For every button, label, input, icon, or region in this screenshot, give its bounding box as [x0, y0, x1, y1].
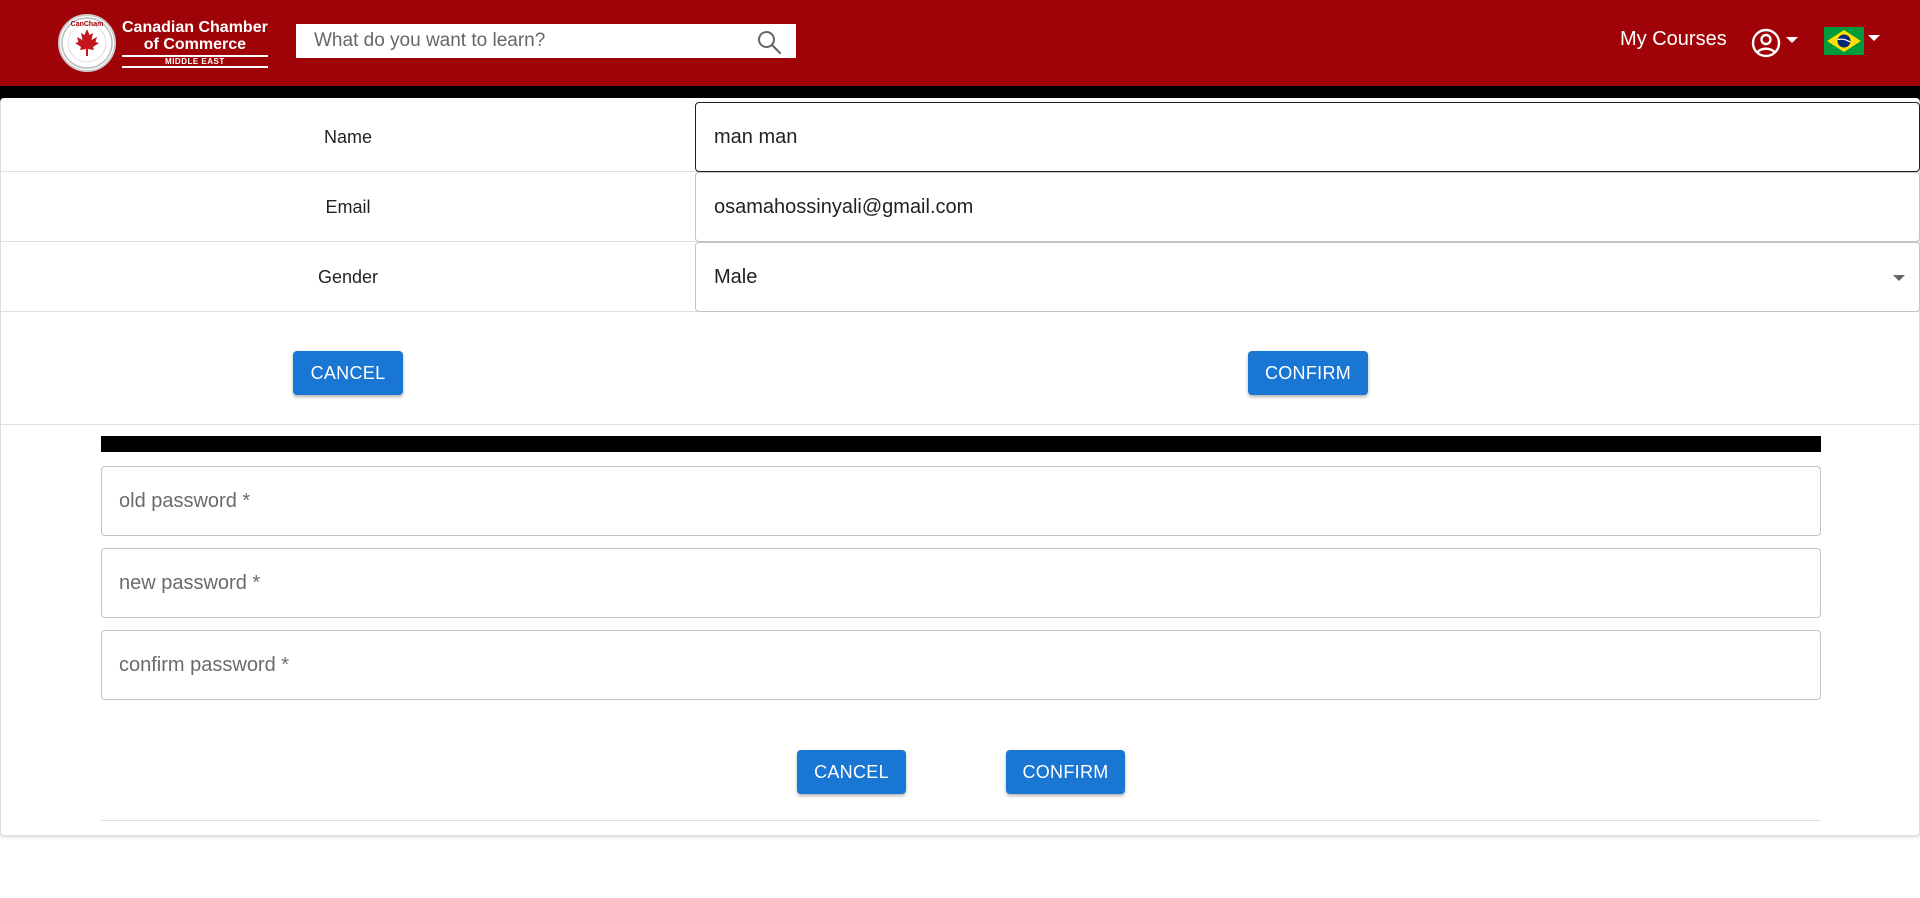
seal-text: CanCham: [71, 21, 104, 28]
password-confirm-button[interactable]: CONFIRM: [1006, 750, 1125, 794]
search-input[interactable]: [296, 24, 796, 58]
logo-title-line1: Canadian Chamber: [122, 18, 268, 36]
gender-select[interactable]: Male: [695, 242, 1920, 312]
password-section-bar: [101, 436, 1821, 452]
new-password-field: [101, 548, 1821, 618]
dropdown-arrow-icon: [1893, 275, 1905, 281]
section-divider: [1, 424, 1920, 425]
old-password-field: [101, 466, 1821, 536]
confirm-password-input[interactable]: [102, 631, 1820, 699]
canadian-chamber-logo[interactable]: CanCham Canadian Chamber of Commerce MID…: [58, 13, 268, 73]
new-password-input[interactable]: [102, 549, 1820, 617]
gender-select-value: Male: [714, 266, 758, 288]
profile-cancel-button[interactable]: CANCEL: [293, 351, 403, 395]
search-icon[interactable]: [756, 29, 782, 55]
account-menu[interactable]: [1750, 27, 1798, 59]
gender-row: Gender Male: [1, 242, 1920, 312]
gender-label: Gender: [317, 267, 379, 287]
search-bar: [296, 24, 796, 58]
email-row: Email osamahossinyali@gmail.com: [1, 172, 1920, 242]
bottom-divider: [101, 820, 1821, 821]
email-field[interactable]: osamahossinyali@gmail.com: [695, 172, 1920, 242]
language-menu[interactable]: [1824, 27, 1880, 55]
name-field[interactable]: man man: [695, 102, 1920, 172]
name-row: Name man man: [1, 102, 1920, 172]
my-courses-link[interactable]: My Courses: [1620, 28, 1727, 51]
email-label: Email: [325, 197, 371, 217]
brazil-flag-icon: [1824, 27, 1864, 55]
account-circle-icon: [1751, 28, 1781, 58]
profile-confirm-button[interactable]: CONFIRM: [1248, 351, 1368, 395]
logo-title-line2: of Commerce: [143, 35, 247, 53]
profile-card: Name man man Email osamahossinyali@gmail…: [0, 98, 1920, 836]
chevron-down-icon: [1868, 35, 1880, 41]
confirm-password-field: [101, 630, 1821, 700]
logo-subtitle: MIDDLE EAST: [122, 54, 268, 68]
password-cancel-button[interactable]: CANCEL: [797, 750, 906, 794]
maple-leaf-seal-icon: CanCham: [58, 14, 116, 72]
chevron-down-icon: [1786, 37, 1798, 43]
old-password-input[interactable]: [102, 467, 1820, 535]
top-navbar: CanCham Canadian Chamber of Commerce MID…: [0, 0, 1920, 86]
name-label: Name: [323, 127, 372, 147]
